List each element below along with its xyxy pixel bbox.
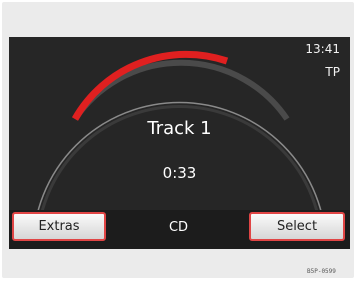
bottom-bar: Extras CD Select <box>9 210 350 249</box>
radio-screen: 13:41 TP Track 1 0:33 Extras CD Select <box>9 37 350 249</box>
figure-code: B5P-0599 <box>307 268 336 275</box>
source-mode-label: CD <box>168 220 189 235</box>
track-title: Track 1 <box>147 118 212 139</box>
clock: 13:41 <box>305 42 340 56</box>
select-button[interactable]: Select <box>249 212 345 241</box>
tp-indicator: TP <box>325 65 340 79</box>
elapsed-time: 0:33 <box>162 164 197 182</box>
extras-button[interactable]: Extras <box>12 212 106 241</box>
